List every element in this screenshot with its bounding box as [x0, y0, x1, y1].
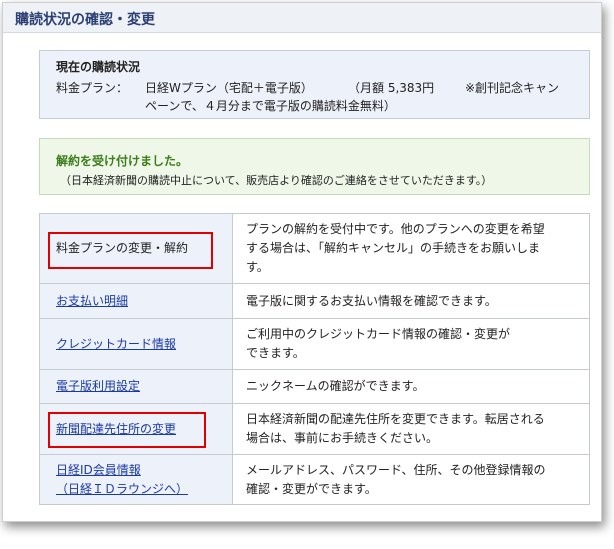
table-row: 電子版利用設定 ニックネームの確認ができます。	[39, 369, 590, 404]
plan-price: （月額 5,383円	[348, 81, 435, 95]
notice-title: 解約を受け付けました。	[56, 154, 189, 168]
desc-line: 確認・変更ができます。	[246, 481, 377, 496]
desc-line: プランの解約を受付中です。他のプランへの変更を希望	[246, 222, 545, 236]
current-subscription-box: 現在の購読状況 料金プラン： 日経Wプラン（宅配＋電子版） （月額 5,383円…	[39, 50, 590, 119]
menu-desc-plan-change: プランの解約を受付中です。他のプランへの変更を希望 する場合は、「解約キャンセル…	[232, 213, 590, 284]
menu-desc-nikkei-id: メールアドレス、パスワード、住所、その他登録情報の 確認・変更ができます。	[232, 454, 590, 505]
page-title: 購読状況の確認・変更	[15, 12, 155, 28]
plan-name: 日経Wプラン（宅配＋電子版）	[145, 81, 313, 95]
notice-description: （日本経済新聞の購読中止について、販売店より確認のご連絡をさせていただきます。）	[60, 174, 493, 187]
digital-settings-link[interactable]: 電子版利用設定	[56, 379, 140, 393]
plan-campaign-note: ※創刊記念キャン	[465, 81, 560, 95]
desc-line: 場合は、事前にお手続きください。	[246, 431, 439, 445]
menu-desc-credit-card: ご利用中のクレジットカード情報の確認・変更が できます。	[232, 318, 590, 370]
subscription-panel: 購読状況の確認・変更 現在の購読状況 料金プラン： 日経Wプラン（宅配＋電子版）…	[2, 2, 602, 522]
desc-line: 日本経済新聞の配達先住所を変更できます。転居される	[246, 412, 545, 426]
menu-desc-digital-settings: ニックネームの確認ができます。	[232, 369, 590, 404]
menu-cell-credit-card: クレジットカード情報	[39, 318, 233, 370]
nikkei-id-lounge-link[interactable]: （日経ＩＤラウンジへ）	[56, 480, 232, 499]
cancellation-notice-box: 解約を受け付けました。 （日本経済新聞の購読中止について、販売店より確認のご連絡…	[39, 138, 590, 195]
desc-line: ニックネームの確認ができます。	[246, 379, 425, 393]
menu-desc-payment-history: 電子版に関するお支払い情報を確認できます。	[232, 283, 590, 319]
plan-campaign-note-continued: ペーンで、４月分まで電子版の購読料金無料）	[145, 99, 396, 113]
menu-cell-plan-change: 料金プランの変更・解約	[39, 213, 233, 284]
table-row: 新聞配達先住所の変更 日本経済新聞の配達先住所を変更できます。転居される 場合は…	[39, 403, 590, 455]
delivery-address-link[interactable]: 新聞配達先住所の変更	[56, 422, 176, 436]
plan-label: 料金プラン：	[56, 81, 129, 95]
table-row: 料金プランの変更・解約 プランの解約を受付中です。他のプランへの変更を希望 する…	[39, 213, 590, 284]
plan-change-label: 料金プランの変更・解約	[56, 241, 189, 255]
menu-cell-delivery-address: 新聞配達先住所の変更	[39, 403, 233, 455]
nikkei-id-link[interactable]: 日経ID会員情報	[56, 461, 232, 480]
table-row: 日経ID会員情報 （日経ＩＤラウンジへ） メールアドレス、パスワード、住所、その…	[39, 454, 590, 505]
payment-history-link[interactable]: お支払い明細	[56, 294, 128, 308]
desc-line: メールアドレス、パスワード、住所、その他登録情報の	[246, 462, 546, 477]
menu-cell-digital-settings: 電子版利用設定	[39, 369, 233, 404]
table-row: クレジットカード情報 ご利用中のクレジットカード情報の確認・変更が できます。	[39, 318, 590, 370]
menu-desc-delivery-address: 日本経済新聞の配達先住所を変更できます。転居される 場合は、事前にお手続きくださ…	[232, 403, 590, 455]
desc-line: 電子版に関するお支払い情報を確認できます。	[246, 293, 497, 308]
desc-line: できます。	[246, 346, 305, 360]
desc-line: ご利用中のクレジットカード情報の確認・変更が	[246, 327, 511, 341]
menu-cell-payment-history: お支払い明細	[39, 283, 233, 319]
desc-line: する場合は、「解約キャンセル」の手続きをお願いしま	[246, 241, 541, 255]
credit-card-link[interactable]: クレジットカード情報	[56, 337, 176, 351]
account-menu-table: 料金プランの変更・解約 プランの解約を受付中です。他のプランへの変更を希望 する…	[39, 213, 590, 505]
panel-header: 購読状況の確認・変更	[3, 3, 601, 33]
desc-line: す。	[246, 260, 269, 274]
table-row: お支払い明細 電子版に関するお支払い情報を確認できます。	[39, 283, 590, 319]
menu-cell-nikkei-id: 日経ID会員情報 （日経ＩＤラウンジへ）	[39, 454, 233, 505]
current-subscription-title: 現在の購読状況	[56, 60, 141, 74]
